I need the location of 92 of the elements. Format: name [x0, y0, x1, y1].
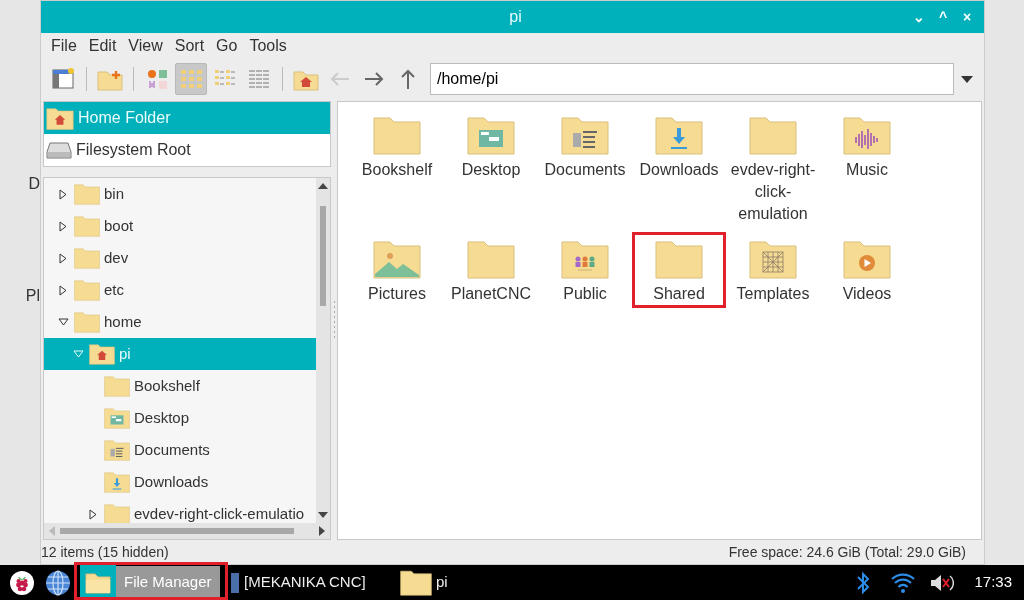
free-space-text: Free space: 24.6 GiB (Total: 29.0 GiB) [728, 542, 966, 562]
folder-item[interactable]: Music [820, 108, 914, 228]
scroll-up-arrow-icon[interactable] [318, 182, 328, 190]
folder-icon [467, 239, 515, 279]
folder-icon [843, 115, 891, 155]
file-name: Desktop [460, 160, 522, 180]
location-field[interactable]: /home/pi [430, 63, 954, 95]
menu-item[interactable]: Edit [82, 34, 123, 58]
desktop-label: Pl [25, 286, 40, 306]
desktop-label: D [28, 174, 40, 194]
task-button[interactable]: [MEKANIKA CNC] [224, 565, 394, 600]
folder-icon [843, 239, 891, 279]
folder-item[interactable]: Bookshelf [350, 108, 444, 228]
folder-icon [467, 115, 515, 155]
folder-icon [561, 239, 609, 279]
tree-item[interactable]: Bookshelf [44, 370, 316, 402]
file-name: evdev-right-click-emulation [729, 160, 817, 224]
folder-item[interactable]: Videos [820, 232, 914, 308]
splitter-handle-icon[interactable] [332, 300, 336, 341]
file-name: Bookshelf [360, 160, 434, 180]
file-name: Music [845, 160, 889, 180]
vertical-scrollbar[interactable] [316, 178, 330, 523]
folder-icon [89, 343, 115, 365]
scroll-down-arrow-icon[interactable] [318, 511, 328, 519]
folder-icon [749, 239, 797, 279]
folder-item[interactable]: PlanetCNC [444, 232, 538, 308]
tree-item[interactable]: Documents [44, 434, 316, 466]
place-item[interactable]: Filesystem Root [44, 134, 330, 166]
folder-icon [749, 115, 797, 155]
globe-icon [45, 569, 71, 596]
folder-icon [104, 471, 130, 493]
expander-icon[interactable] [59, 284, 67, 296]
task-button[interactable]: pi [394, 565, 564, 600]
file-name: Shared [652, 284, 706, 304]
tree-item[interactable]: Downloads [44, 466, 316, 498]
status-text: 12 items (15 hidden) [41, 542, 169, 562]
menu-item[interactable]: View [122, 34, 169, 58]
folder-item[interactable]: Templates [726, 232, 820, 308]
file-name: Downloads [638, 160, 720, 180]
raspberry-icon [9, 569, 35, 596]
file-name: Public [562, 284, 608, 304]
clock: 17:33 [974, 572, 1012, 593]
tree-item[interactable]: Desktop [44, 402, 316, 434]
folder-icon [655, 239, 703, 279]
folder-icon [74, 279, 100, 301]
window-title: pi [508, 7, 523, 27]
folder-icon [74, 183, 100, 205]
folder-icon [104, 407, 130, 429]
folder-icon [74, 247, 100, 269]
horizontal-scrollbar[interactable] [44, 523, 330, 539]
drive-icon [46, 140, 72, 160]
folder-icon [74, 311, 100, 333]
tree-item[interactable]: dev [44, 242, 316, 274]
file-name: Pictures [367, 284, 427, 304]
folder-icon [46, 106, 74, 130]
tree-item[interactable]: home [44, 306, 316, 338]
tree-item[interactable]: evdev-right-click-emulatio [44, 498, 316, 523]
tooltip: File Manager [116, 566, 220, 599]
folder-item[interactable]: Public [538, 232, 632, 308]
folder-icon [373, 115, 421, 155]
menu-item[interactable]: Tools [243, 34, 293, 58]
folder-icon [400, 569, 432, 596]
menu-item[interactable]: Sort [168, 34, 211, 58]
window-icon [230, 571, 240, 594]
expander-icon[interactable] [57, 318, 69, 326]
scroll-right-arrow-icon[interactable] [318, 526, 326, 536]
file-name: Videos [841, 284, 893, 304]
folder-icon [74, 215, 100, 237]
menu-item[interactable]: File [45, 34, 83, 58]
expander-icon[interactable] [59, 252, 67, 264]
expander-icon[interactable] [59, 188, 67, 200]
tree-item[interactable]: boot [44, 210, 316, 242]
folder-item[interactable]: Desktop [444, 108, 538, 228]
folder-icon [561, 115, 609, 155]
folder-item[interactable]: Documents [538, 108, 632, 228]
folder-item[interactable]: Downloads [632, 108, 726, 228]
folder-icon [655, 115, 703, 155]
file-name: Templates [735, 284, 811, 304]
tree-item[interactable]: bin [44, 178, 316, 210]
folder-icon [373, 239, 421, 279]
folder-icon [104, 439, 130, 461]
folder-item[interactable]: Pictures [350, 232, 444, 308]
tree-item[interactable]: etc [44, 274, 316, 306]
file-name: PlanetCNC [450, 284, 532, 304]
new-window-icon [50, 66, 76, 92]
folder-item[interactable]: Shared [632, 232, 726, 308]
expander-icon[interactable] [89, 508, 97, 520]
folder-icon [104, 375, 130, 397]
menu-item[interactable]: Go [210, 34, 244, 58]
file-name: Documents [543, 160, 627, 180]
folder-item[interactable]: evdev-right-click-emulation [726, 108, 820, 228]
expander-icon[interactable] [59, 220, 67, 232]
